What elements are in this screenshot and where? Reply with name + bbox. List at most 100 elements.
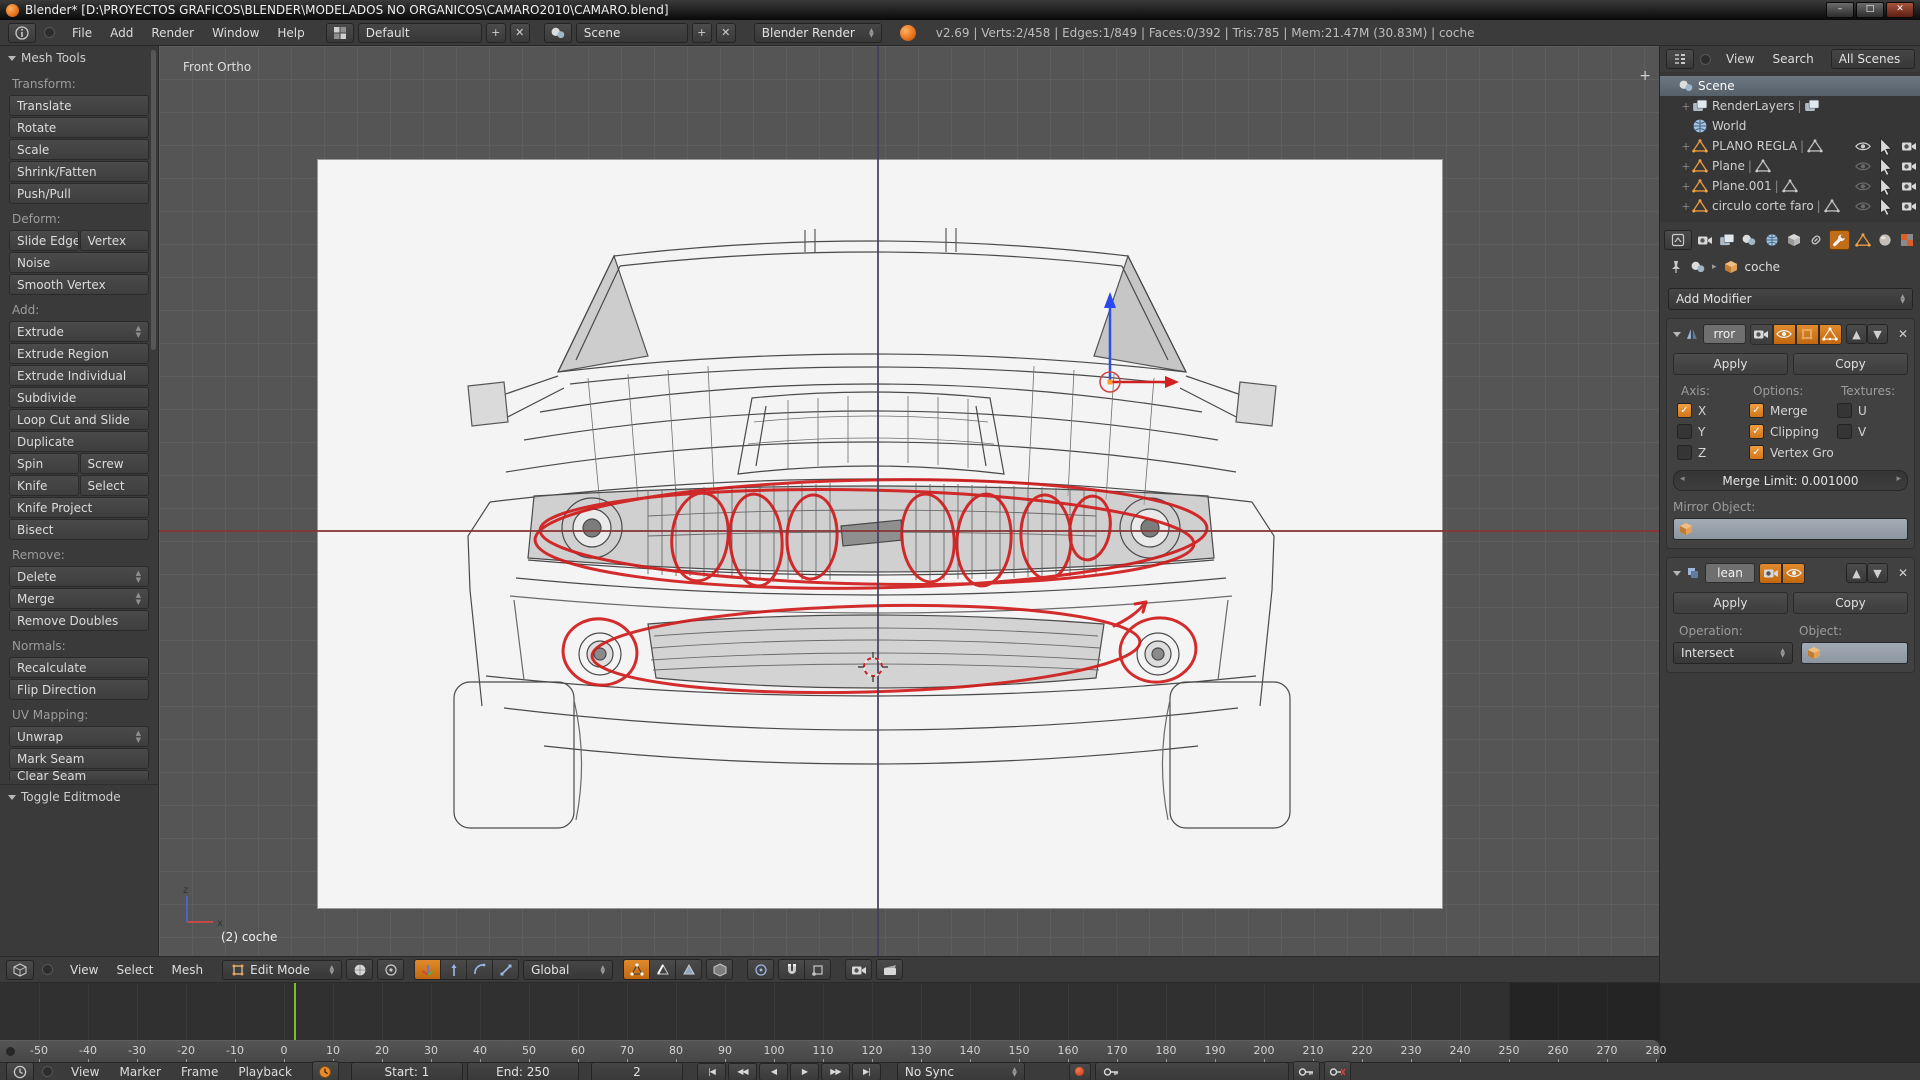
preview-range-toggle[interactable]	[312, 1061, 339, 1080]
tool-button-rotate[interactable]: Rotate	[9, 117, 149, 138]
renderability-camera-icon[interactable]	[1901, 199, 1917, 213]
tool-button-slide-edge[interactable]: Slide Edge	[9, 230, 79, 251]
close-button[interactable]: ✕	[1886, 2, 1914, 18]
textures-checkbox-u[interactable]: U	[1837, 403, 1867, 418]
editor-type-button[interactable]	[6, 960, 34, 980]
selectability-cursor-icon[interactable]	[1878, 139, 1894, 153]
properties-tab-render[interactable]	[1695, 231, 1714, 249]
add-modifier-dropdown[interactable]: Add Modifier ▲▼	[1668, 288, 1913, 310]
tool-button-extrude[interactable]: Extrude▲▼	[9, 321, 149, 342]
tool-button-bisect[interactable]: Bisect	[9, 519, 149, 540]
minimize-button[interactable]: –	[1826, 2, 1854, 18]
copy-button[interactable]: Copy	[1793, 353, 1908, 375]
edge-select-mode-button[interactable]	[650, 959, 676, 980]
translate-manipulator-button[interactable]	[441, 959, 467, 980]
delete-layout-button[interactable]: ✕	[510, 23, 530, 43]
screen-layout-icon-button[interactable]	[326, 23, 354, 43]
visibility-eye-icon[interactable]	[1855, 139, 1871, 153]
play-reverse-button[interactable]: ◀	[759, 1063, 788, 1080]
view3d-menu-view[interactable]: View	[61, 961, 107, 979]
prev-keyframe-button[interactable]: ◀◀	[728, 1063, 757, 1080]
modifier-editmode-toggle[interactable]	[1796, 324, 1819, 345]
scene-field[interactable]: Scene	[576, 23, 688, 43]
render-engine-select[interactable]: Blender Render ▲▼	[754, 23, 882, 43]
tool-button-knife[interactable]: Knife	[9, 475, 79, 496]
tool-button-smooth-vertex[interactable]: Smooth Vertex	[9, 274, 149, 295]
auto-keyframe-button[interactable]	[1069, 1063, 1091, 1080]
maximize-button[interactable]: □	[1856, 2, 1884, 18]
properties-tab-object[interactable]	[1784, 231, 1803, 249]
toggle-editmode-panel-header[interactable]: Toggle Editmode	[0, 784, 158, 809]
modifier-move-down-button[interactable]: ▼	[1867, 324, 1888, 344]
editor-type-button[interactable]	[6, 1062, 34, 1080]
view3d-menu-select[interactable]: Select	[107, 961, 162, 979]
orientation-select[interactable]: Global ▲▼	[523, 960, 613, 980]
outliner-menu-search[interactable]: Search	[1763, 50, 1822, 68]
jump-to-start-button[interactable]: |◀	[697, 1063, 726, 1080]
stepper-icon[interactable]: ▲▼	[136, 570, 141, 584]
modifier-name-field[interactable]: lean	[1705, 563, 1755, 583]
region-expand-icon[interactable]: +	[1639, 68, 1651, 84]
modifier-viewport-toggle[interactable]	[1782, 563, 1805, 584]
current-frame-field[interactable]: 2	[591, 1062, 683, 1080]
limit-selection-visible-button[interactable]	[706, 959, 733, 980]
expander-icon[interactable]: ＋	[1680, 180, 1692, 193]
pin-icon[interactable]	[1668, 260, 1684, 274]
timeline-menu-marker[interactable]: Marker	[109, 1064, 170, 1080]
outliner-row-plane-001[interactable]: ＋Plane.001|	[1660, 176, 1920, 196]
textures-checkbox-v[interactable]: V	[1837, 424, 1867, 439]
modifier-delete-icon[interactable]: ✕	[1898, 327, 1908, 341]
info-menu-render[interactable]: Render	[142, 24, 203, 42]
stepper-icon[interactable]: ▲▼	[136, 730, 141, 744]
timeline-menu-playback[interactable]: Playback	[228, 1064, 302, 1080]
modifier-collapse-icon[interactable]	[1673, 332, 1681, 337]
tool-button-extrude-region[interactable]: Extrude Region	[9, 343, 149, 364]
options-checkbox-clipping[interactable]: ✓Clipping	[1749, 424, 1837, 439]
properties-tab-texture[interactable]	[1898, 231, 1917, 249]
modifier-move-up-button[interactable]: ▲	[1846, 563, 1867, 583]
editor-type-button[interactable]	[1666, 49, 1694, 69]
tool-button-duplicate[interactable]: Duplicate	[9, 431, 149, 452]
properties-tab-material[interactable]	[1875, 231, 1894, 249]
tool-button-spin[interactable]: Spin	[9, 453, 79, 474]
stepper-icon[interactable]: ▲▼	[136, 325, 141, 339]
keying-set-field[interactable]	[1095, 1062, 1289, 1080]
stepper-icon[interactable]: ▲▼	[136, 592, 141, 606]
selectability-cursor-icon[interactable]	[1878, 159, 1894, 173]
snap-toggle-button[interactable]	[778, 959, 805, 980]
jump-to-end-button[interactable]: ▶|	[852, 1063, 881, 1080]
render-opengl-button[interactable]	[845, 959, 872, 980]
vertex-select-mode-button[interactable]	[623, 959, 650, 980]
outliner-row-renderlayers[interactable]: ＋RenderLayers|	[1660, 96, 1920, 116]
outliner-row-plane[interactable]: ＋Plane|	[1660, 156, 1920, 176]
tool-button-screw[interactable]: Screw	[80, 453, 150, 474]
end-frame-field[interactable]: End: 250	[467, 1062, 579, 1080]
options-checkbox-merge[interactable]: ✓Merge	[1749, 403, 1837, 418]
modifier-cage-toggle[interactable]	[1819, 324, 1842, 345]
expander-icon[interactable]: ＋	[1680, 160, 1692, 173]
apply-button[interactable]: Apply	[1673, 353, 1788, 375]
tool-button-clear-seam[interactable]: Clear Seam	[9, 770, 149, 780]
outliner-row-scene[interactable]: Scene	[1660, 76, 1920, 96]
screen-layout-field[interactable]: Default	[358, 23, 482, 43]
renderability-camera-icon[interactable]	[1901, 139, 1917, 153]
render-opengl-anim-button[interactable]	[876, 959, 903, 980]
modifier-viewport-toggle[interactable]	[1773, 324, 1796, 345]
rotate-manipulator-button[interactable]	[467, 959, 493, 980]
add-scene-button[interactable]: +	[692, 23, 712, 43]
translate-manipulator[interactable]	[1021, 276, 1181, 416]
boolean-object-field[interactable]	[1801, 642, 1908, 664]
modifier-move-up-button[interactable]: ▲	[1846, 324, 1867, 344]
collapse-menus-icon[interactable]	[42, 964, 53, 975]
timeline-menu-frame[interactable]: Frame	[171, 1064, 228, 1080]
renderability-camera-icon[interactable]	[1901, 159, 1917, 173]
outliner-row-plano-regla[interactable]: ＋PLANO REGLA|	[1660, 136, 1920, 156]
mode-select[interactable]: Edit Mode ▲▼	[222, 960, 342, 980]
tool-button-translate[interactable]: Translate	[9, 95, 149, 116]
renderability-camera-icon[interactable]	[1901, 179, 1917, 193]
tool-button-delete[interactable]: Delete▲▼	[9, 566, 149, 587]
tool-button-remove-doubles[interactable]: Remove Doubles	[9, 610, 149, 631]
tool-button-shrink-fatten[interactable]: Shrink/Fatten	[9, 161, 149, 182]
axis-checkbox-y[interactable]: Y	[1677, 424, 1749, 439]
start-frame-field[interactable]: Start: 1	[351, 1062, 463, 1080]
